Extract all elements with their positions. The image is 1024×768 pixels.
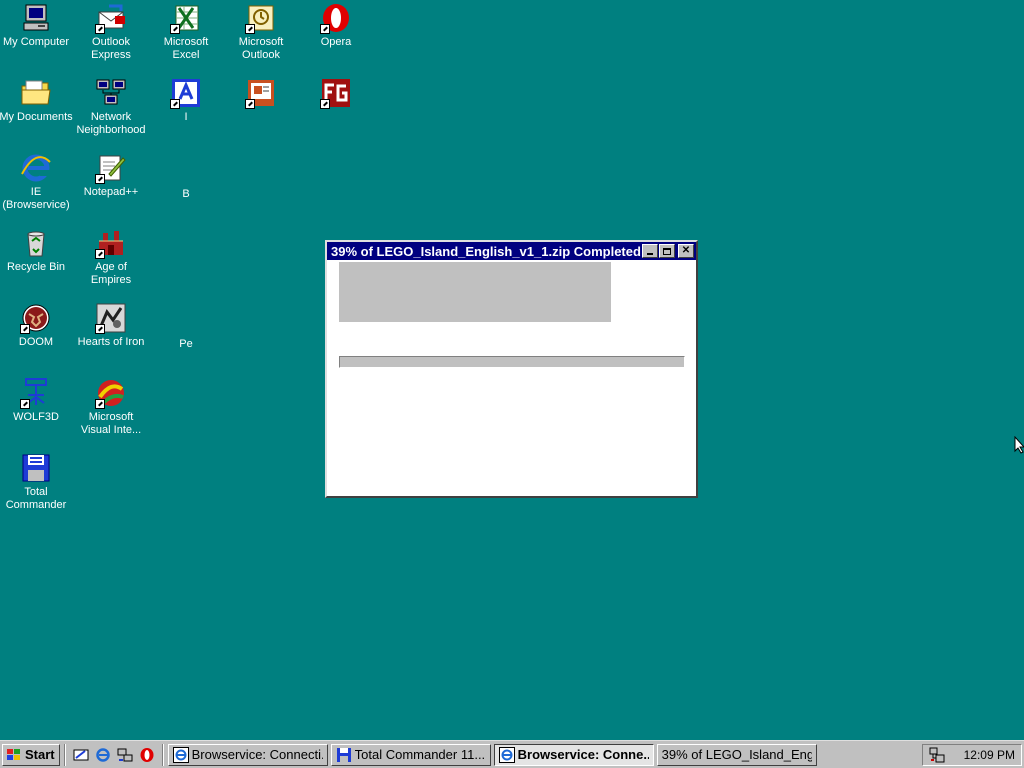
folder-documents-icon: [20, 77, 52, 109]
outlook-express-icon: [95, 2, 127, 34]
task-button-browservice-2[interactable]: Browservice: Conne...: [493, 743, 654, 766]
taskbar-separator: [161, 743, 164, 766]
shortcut-arrow-icon: [95, 249, 105, 259]
progress-fill: [340, 357, 475, 367]
taskbar-separator: [63, 743, 66, 766]
quicklaunch-show-desktop[interactable]: [70, 744, 92, 766]
shortcut-arrow-icon: [245, 99, 255, 109]
task-label: Browservice: Conne...: [517, 747, 649, 762]
recycle-bin-icon: [20, 227, 52, 259]
start-label: Start: [25, 747, 55, 762]
desktop-icon-hearts-of-iron[interactable]: Hearts of Iron: [73, 302, 149, 349]
desktop-icon-fg[interactable]: [298, 77, 374, 124]
wolf3d-icon: [20, 377, 52, 409]
shortcut-arrow-icon: [20, 324, 30, 334]
desktop-icon-microsoft-outlook[interactable]: Microsoft Outlook: [223, 2, 299, 62]
hearts-of-iron-icon: [95, 302, 127, 334]
notepad-plus-plus-icon: [95, 152, 127, 184]
visual-interdev-icon: [95, 377, 127, 409]
desktop-icon-network-neighborhood[interactable]: Network Neighborhood: [73, 77, 149, 137]
task-label: 39% of LEGO_Island_Eng...: [661, 747, 812, 762]
shortcut-arrow-icon: [95, 174, 105, 184]
microsoft-outlook-icon: [245, 2, 277, 34]
task-button-browservice-1[interactable]: Browservice: Connecti...: [167, 743, 328, 766]
floppy-disk-icon: [20, 452, 52, 484]
desktop-icon-opera[interactable]: Opera: [298, 2, 374, 49]
my-computer-icon: [20, 2, 52, 34]
shortcut-arrow-icon: [170, 24, 180, 34]
download-progress-bar: [339, 356, 685, 368]
desktop-icon-b[interactable]: B: [148, 152, 224, 201]
floppy-disk-icon: [336, 747, 351, 762]
system-tray: 12:09 PM: [922, 744, 1022, 766]
shortcut-arrow-icon: [95, 399, 105, 409]
network-neighborhood-icon: [95, 77, 127, 109]
network-status-icon[interactable]: [929, 747, 945, 763]
maximize-icon: [663, 247, 671, 255]
minimize-button[interactable]: [642, 244, 658, 258]
desktop-icon-my-computer[interactable]: My Computer: [0, 2, 74, 49]
close-icon: ✕: [681, 245, 691, 256]
network-icon: [117, 748, 133, 761]
powerpoint-icon: [245, 77, 277, 109]
show-desktop-icon: [73, 749, 89, 760]
fg-app-icon: [320, 77, 352, 109]
shortcut-arrow-icon: [95, 324, 105, 334]
desktop-icon-microsoft-visual-interdev[interactable]: Microsoft Visual Inte...: [73, 377, 149, 437]
internet-explorer-icon: [20, 152, 52, 184]
shortcut-arrow-icon: [170, 99, 180, 109]
desktop-icon-notepad-plus-plus[interactable]: Notepad++: [73, 152, 149, 199]
start-button[interactable]: Start: [2, 743, 60, 766]
maximize-button[interactable]: [659, 244, 675, 258]
animation-placeholder: [339, 262, 611, 322]
task-button-download-progress[interactable]: 39% of LEGO_Island_Eng...: [656, 743, 817, 766]
doom-icon: [20, 302, 52, 334]
internet-explorer-icon: [95, 747, 110, 762]
desktop-icon-wolf3d[interactable]: WOLF3D: [0, 377, 74, 424]
desktop-icon-outlook-express[interactable]: Outlook Express: [73, 2, 149, 62]
desktop-icon-microsoft-excel[interactable]: Microsoft Excel: [148, 2, 224, 62]
desktop-icon-ie-browservice[interactable]: IE (Browservice): [0, 152, 74, 212]
shortcut-arrow-icon: [20, 399, 30, 409]
shortcut-arrow-icon: [95, 24, 105, 34]
opera-icon: [320, 2, 352, 34]
desktop-icon-my-documents[interactable]: My Documents: [0, 77, 74, 124]
desktop-icon-recycle-bin[interactable]: Recycle Bin: [0, 227, 74, 274]
shortcut-arrow-icon: [320, 99, 330, 109]
quicklaunch-network[interactable]: [114, 744, 136, 766]
task-label: Total Commander 11....: [354, 747, 486, 762]
desktop-icon-age-of-empires[interactable]: Age of Empires: [73, 227, 149, 287]
age-of-empires-icon: [95, 227, 127, 259]
opera-icon: [140, 747, 154, 762]
close-button[interactable]: ✕: [678, 244, 694, 258]
task-button-total-commander[interactable]: Total Commander 11....: [330, 743, 491, 766]
desktop-icon-i[interactable]: I: [148, 77, 224, 124]
shortcut-arrow-icon: [245, 24, 255, 34]
mouse-cursor-icon: [1014, 436, 1024, 454]
desktop-icon-powerpoint[interactable]: [223, 77, 299, 124]
quicklaunch-internet-explorer[interactable]: [92, 744, 114, 766]
application-shortcut-icon: [170, 77, 202, 109]
download-progress-window: 39% of LEGO_Island_English_v1_1.zip Comp…: [325, 240, 698, 498]
desktop-icon-doom[interactable]: DOOM: [0, 302, 74, 349]
shortcut-arrow-icon: [320, 24, 330, 34]
microsoft-excel-icon: [170, 2, 202, 34]
desktop-icon-pe[interactable]: Pe: [148, 302, 224, 351]
internet-explorer-icon: [498, 746, 515, 763]
quicklaunch-opera[interactable]: [136, 744, 158, 766]
window-title: 39% of LEGO_Island_English_v1_1.zip Comp…: [331, 243, 641, 259]
task-label: Browservice: Connecti...: [191, 747, 323, 762]
taskbar-clock[interactable]: 12:09 PM: [964, 748, 1015, 762]
taskbar: Start Browservice: Connecti... Total Com…: [0, 740, 1024, 768]
window-titlebar[interactable]: 39% of LEGO_Island_English_v1_1.zip Comp…: [327, 242, 696, 260]
desktop-icon-total-commander[interactable]: Total Commander: [0, 452, 74, 512]
windows-logo-icon: [7, 748, 20, 760]
internet-explorer-icon: [172, 746, 189, 763]
minimize-icon: [647, 253, 653, 255]
